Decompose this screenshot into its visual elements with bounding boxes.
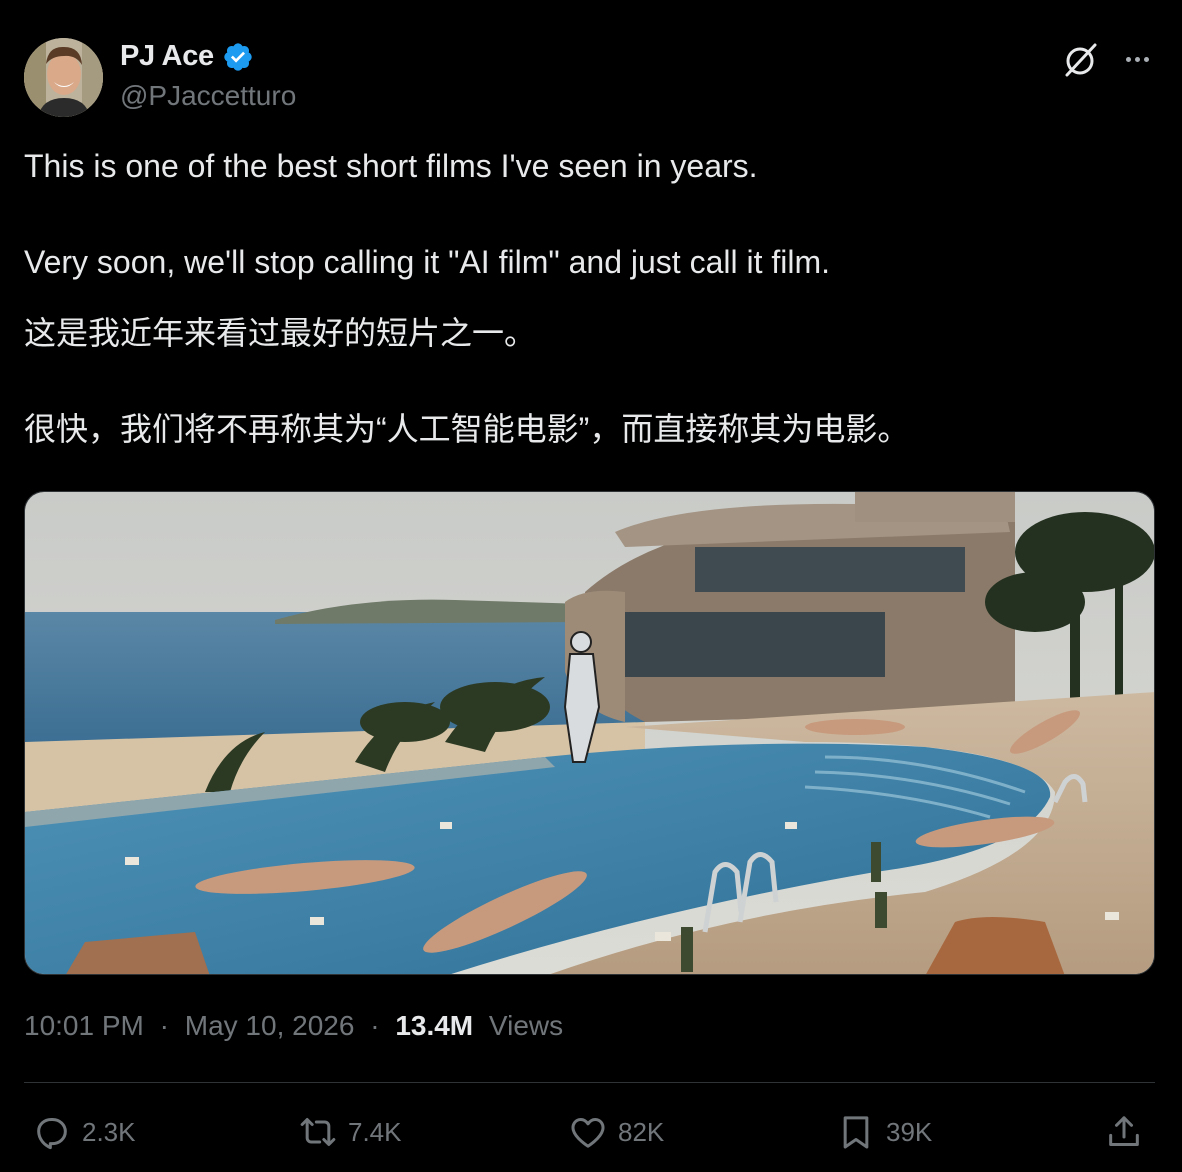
views-count: 13.4M (395, 1010, 474, 1041)
tweet-text-line-3: 这是我近年来看过最好的短片之一。 (24, 315, 537, 351)
avatar-image (24, 38, 103, 117)
heart-icon (571, 1118, 605, 1148)
share-button[interactable] (1104, 1108, 1144, 1156)
reply-button[interactable]: 2.3K (32, 1108, 136, 1156)
author-handle[interactable]: @PJaccetturo (120, 80, 296, 112)
tweet-text-line-4: 很快，我们将不再称其为“人工智能电影”，而直接称其为电影。 (24, 411, 910, 447)
more-icon (1125, 56, 1131, 62)
like-count: 82K (618, 1116, 665, 1147)
bookmark-button[interactable]: 39K (836, 1108, 932, 1156)
bookmark-icon (843, 1116, 869, 1149)
author-display-name[interactable]: PJ Ace (120, 40, 214, 73)
views-label: Views (488, 1010, 564, 1041)
tweet-date[interactable]: May 10, 2026 (185, 1010, 355, 1041)
grok-icon (1065, 43, 1097, 77)
reply-count: 2.3K (82, 1116, 136, 1147)
reply-icon (37, 1118, 67, 1150)
author-name-row[interactable]: PJ Ace (120, 40, 254, 73)
like-button[interactable]: 82K (568, 1108, 664, 1156)
retweet-button[interactable]: 7.4K (298, 1108, 402, 1156)
divider (24, 1082, 1155, 1083)
tweet-media-video[interactable] (24, 491, 1155, 975)
tweet-text-line-2: Very soon, we'll stop calling it "AI fil… (24, 244, 831, 280)
avatar[interactable] (24, 38, 103, 117)
retweet-count: 7.4K (348, 1116, 402, 1147)
retweet-icon (300, 1118, 336, 1146)
tweet-text-line-1: This is one of the best short films I've… (24, 148, 758, 184)
more-options-button[interactable] (1118, 42, 1156, 76)
bookmark-count: 39K (886, 1116, 933, 1147)
tweet-time[interactable]: 10:01 PM (24, 1010, 144, 1041)
grok-button[interactable] (1060, 40, 1100, 80)
share-icon (1109, 1116, 1139, 1146)
meta-separator: · (159, 1010, 169, 1041)
tweet-meta: 10:01 PM · May 10, 2026 · 13.4M Views (24, 1010, 563, 1042)
video-thumbnail-image (25, 492, 1154, 974)
verified-badge-icon (224, 42, 252, 71)
meta-separator: · (370, 1010, 380, 1041)
